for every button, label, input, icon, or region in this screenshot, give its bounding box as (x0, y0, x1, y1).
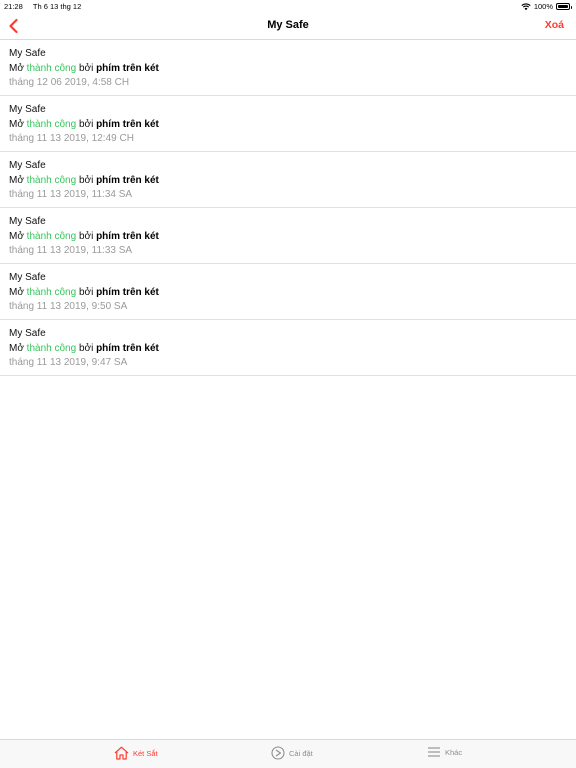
log-action: Mở thành công bởi phím trên két (9, 118, 576, 133)
list-item[interactable]: My Safe Mở thành công bởi phím trên két … (0, 264, 576, 320)
action-method: phím trên két (96, 286, 159, 298)
action-method: phím trên két (96, 230, 159, 242)
menu-icon (428, 747, 440, 757)
action-prefix: Mở (9, 118, 27, 130)
log-action: Mở thành công bởi phím trên két (9, 62, 576, 77)
home-icon (114, 746, 129, 760)
safe-name: My Safe (9, 328, 46, 339)
action-method: phím trên két (96, 118, 159, 130)
log-timestamp: tháng 11 13 2019, 12:49 CH (9, 133, 134, 144)
status-left: 21:28 Th 6 13 thg 12 (4, 2, 81, 11)
battery-icon (556, 3, 572, 10)
action-status: thành công (26, 62, 77, 74)
tab-label: Két Sắt (133, 748, 158, 758)
log-timestamp: tháng 12 06 2019, 4:58 CH (9, 77, 130, 88)
list-item[interactable]: My Safe Mở thành công bởi phím trên két … (0, 320, 576, 376)
safe-name: My Safe (9, 48, 46, 59)
log-timestamp: tháng 11 13 2019, 9:50 SA (9, 301, 128, 312)
wifi-icon (521, 3, 531, 10)
safe-name: My Safe (9, 216, 46, 227)
action-method: phím trên két (96, 174, 159, 186)
action-by: bởi (76, 118, 97, 130)
tab-bar: Két Sắt Cài đặt Khác (0, 739, 576, 768)
status-right: 100% (521, 2, 572, 11)
log-timestamp: tháng 11 13 2019, 11:34 SA (9, 189, 133, 200)
action-prefix: Mở (9, 286, 27, 298)
log-action: Mở thành công bởi phím trên két (9, 174, 576, 189)
action-status: thành công (26, 118, 77, 130)
tab-cai-dat[interactable]: Cài đặt (271, 746, 313, 760)
action-prefix: Mở (9, 62, 27, 74)
tab-khac[interactable]: Khác (427, 746, 462, 758)
delete-button[interactable]: Xoá (545, 19, 564, 31)
settings-icon (271, 746, 285, 760)
log-action: Mở thành công bởi phím trên két (9, 342, 576, 357)
action-status: thành công (26, 286, 77, 298)
log-action: Mở thành công bởi phím trên két (9, 286, 576, 301)
action-status: thành công (26, 230, 77, 242)
list-item[interactable]: My Safe Mở thành công bởi phím trên két … (0, 152, 576, 208)
tab-label: Khác (445, 747, 463, 757)
action-by: bởi (76, 286, 97, 298)
status-bar: 21:28 Th 6 13 thg 12 100% (0, 0, 576, 12)
safe-name: My Safe (9, 272, 46, 283)
action-method: phím trên két (96, 342, 159, 354)
action-by: bởi (76, 230, 97, 242)
action-by: bởi (76, 342, 97, 354)
log-action: Mở thành công bởi phím trên két (9, 230, 576, 245)
list-item[interactable]: My Safe Mở thành công bởi phím trên két … (0, 208, 576, 264)
action-prefix: Mở (9, 230, 27, 242)
list-item[interactable]: My Safe Mở thành công bởi phím trên két … (0, 40, 576, 96)
log-timestamp: tháng 11 13 2019, 11:33 SA (9, 245, 133, 256)
action-by: bởi (76, 174, 97, 186)
status-time: 21:28 (4, 2, 23, 11)
action-status: thành công (26, 174, 77, 186)
action-method: phím trên két (96, 62, 159, 74)
action-status: thành công (26, 342, 77, 354)
tab-label: Cài đặt (289, 748, 313, 758)
log-list: My Safe Mở thành công bởi phím trên két … (0, 40, 576, 376)
log-timestamp: tháng 11 13 2019, 9:47 SA (9, 357, 128, 368)
list-item[interactable]: My Safe Mở thành công bởi phím trên két … (0, 96, 576, 152)
safe-name: My Safe (9, 104, 46, 115)
action-prefix: Mở (9, 174, 27, 186)
tab-ket-sat[interactable]: Két Sắt (114, 746, 158, 760)
action-by: bởi (76, 62, 97, 74)
navigation-bar: My Safe Xoá (0, 12, 576, 40)
battery-percent: 100% (533, 2, 553, 11)
status-date: Th 6 13 thg 12 (32, 2, 82, 11)
safe-name: My Safe (9, 160, 46, 171)
page-title: My Safe (267, 19, 309, 31)
action-prefix: Mở (9, 342, 27, 354)
